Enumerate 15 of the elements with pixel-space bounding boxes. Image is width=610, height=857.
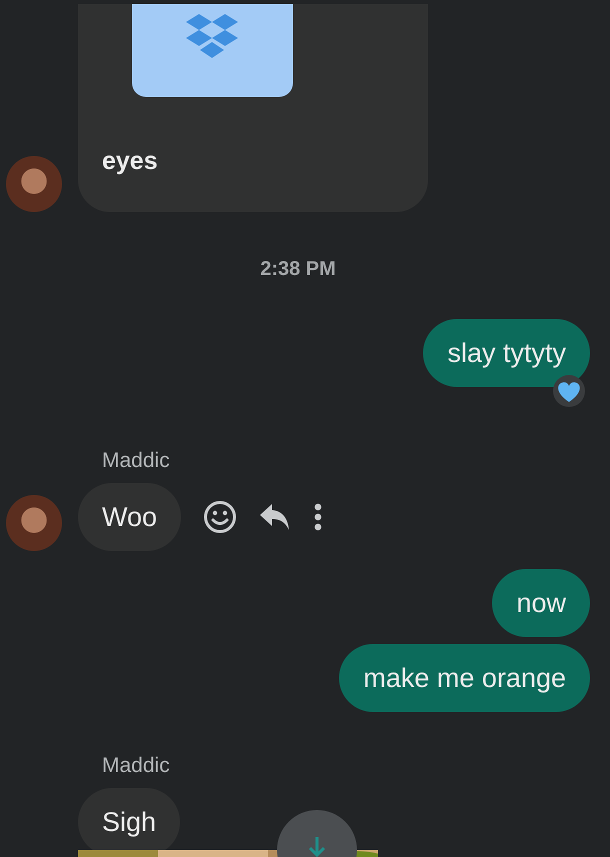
- message-bubble: slay tytyty: [423, 319, 590, 387]
- message-bubble: Woo: [78, 483, 182, 551]
- arrow-down-icon: [309, 837, 325, 857]
- diamonds-icon: [185, 14, 239, 58]
- sender-name: Maddic: [102, 754, 170, 778]
- attachment-card[interactable]: eyes: [78, 4, 428, 212]
- sender-name: Maddic: [102, 449, 170, 473]
- heart-reaction-icon[interactable]: [552, 375, 586, 407]
- file-name: eyes: [102, 147, 159, 176]
- message-bubble: make me orange: [339, 644, 590, 712]
- emoji-icon[interactable]: [203, 500, 238, 534]
- more-icon[interactable]: [313, 503, 324, 531]
- timestamp: 2:38 PM: [260, 258, 336, 281]
- reply-icon[interactable]: [259, 503, 292, 531]
- message-bubble: now: [492, 569, 590, 637]
